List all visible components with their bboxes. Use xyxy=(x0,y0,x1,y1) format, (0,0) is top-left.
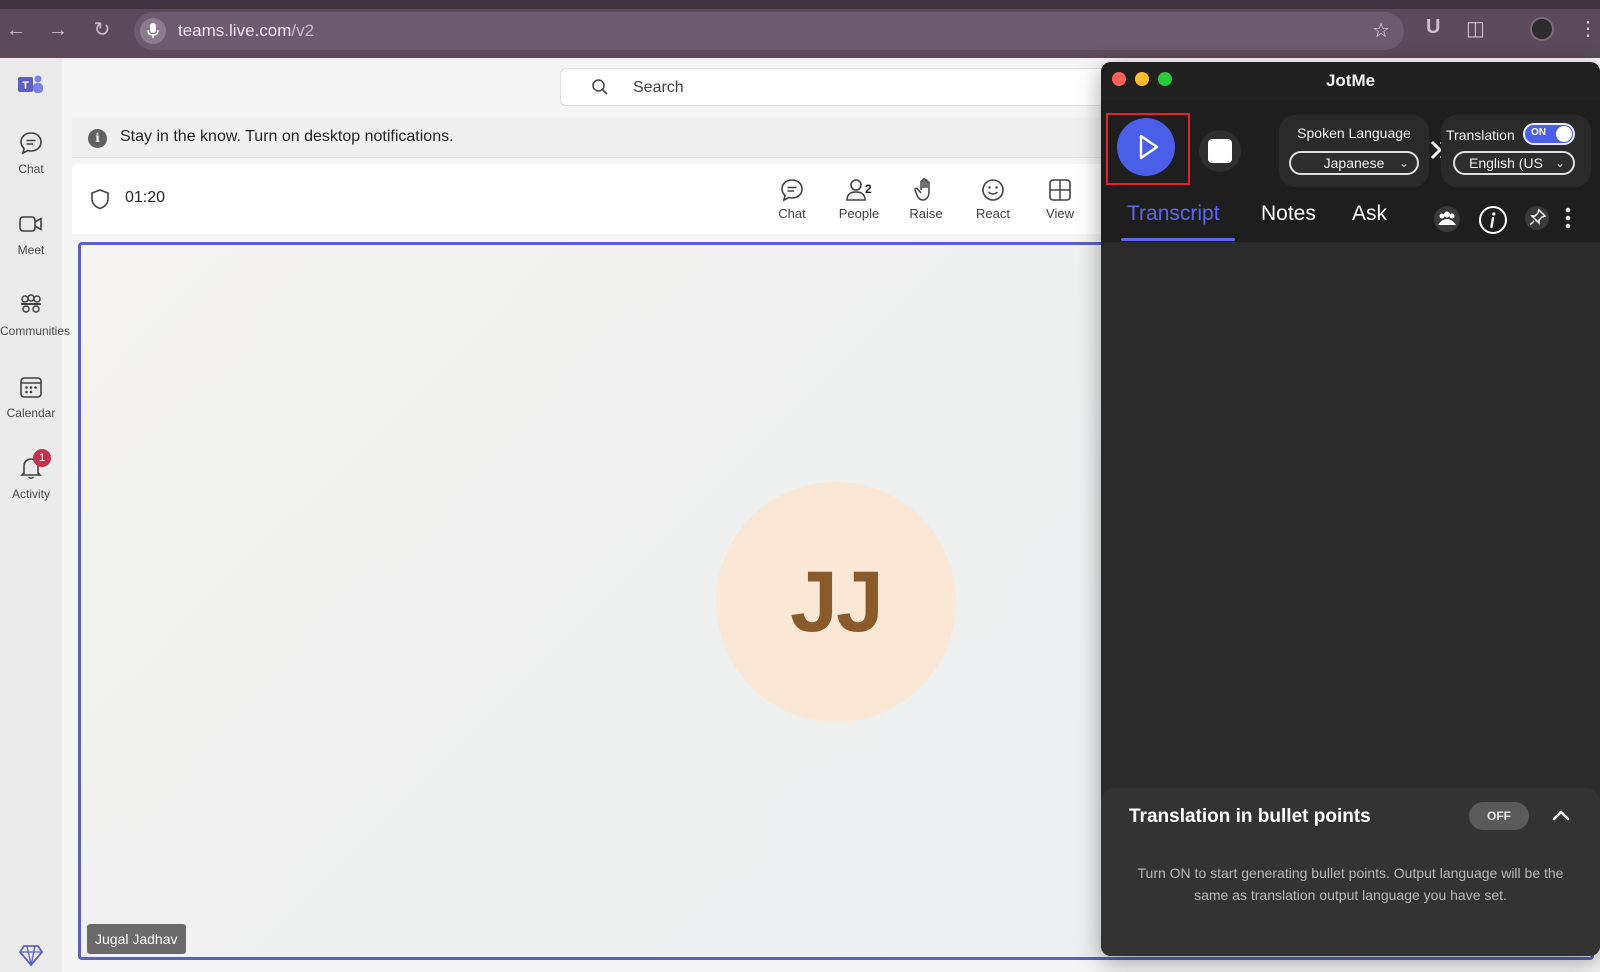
activity-badge: 1 xyxy=(33,449,51,467)
rail-label-communities: Communities xyxy=(0,324,71,338)
toolbar-raise-label: Raise xyxy=(909,206,943,221)
info-icon: i xyxy=(88,129,107,148)
url-path: /v2 xyxy=(291,21,315,40)
stop-icon xyxy=(1208,139,1232,163)
url-text: teams.live.com/v2 xyxy=(178,21,314,41)
rail-label-activity: Activity xyxy=(11,487,50,501)
extension-u-icon[interactable]: U xyxy=(1426,16,1440,39)
play-icon xyxy=(1139,134,1159,160)
meeting-timer: 01:20 xyxy=(125,189,166,206)
jotme-tabs: Transcript Notes Ask xyxy=(1101,196,1600,242)
rail-label-meet: Meet xyxy=(17,243,45,257)
tab-notes[interactable]: Notes xyxy=(1261,202,1316,226)
pin-icon[interactable] xyxy=(1524,205,1550,231)
rail-item-communities[interactable]: Communities xyxy=(0,292,71,338)
translation-language-value: English (US xyxy=(1469,155,1543,171)
translation-language-select[interactable]: English (US ⌄ xyxy=(1453,151,1575,175)
communities-icon xyxy=(21,294,41,313)
back-icon[interactable]: ← xyxy=(4,18,28,42)
reload-icon[interactable]: ↻ xyxy=(90,18,114,42)
address-bar[interactable]: teams.live.com/v2 ☆ xyxy=(134,12,1404,50)
participants-icon[interactable] xyxy=(1433,205,1461,233)
bullet-points-card: Translation in bullet points OFF Turn ON… xyxy=(1101,788,1600,956)
rail-item-meet[interactable]: Meet xyxy=(0,211,62,257)
play-button[interactable] xyxy=(1117,118,1175,176)
smiley-icon xyxy=(982,179,1004,201)
bookmark-star-icon[interactable]: ☆ xyxy=(1372,18,1390,43)
profile-avatar[interactable] xyxy=(1530,17,1554,41)
hand-icon xyxy=(914,178,930,201)
spoken-language-select[interactable]: Japanese ⌄ xyxy=(1289,151,1419,175)
tab-strip xyxy=(0,0,1600,9)
grid-icon xyxy=(1049,179,1071,201)
toolbar-react-label: React xyxy=(976,206,1010,221)
translation-toggle-text: ON xyxy=(1531,127,1546,138)
jotme-panel: JotMe Spoken Language Japanese ⌄ Transla… xyxy=(1101,62,1600,956)
browser-menu-icon[interactable]: ⋮ xyxy=(1578,16,1598,41)
premium-diamond-icon[interactable] xyxy=(19,944,43,966)
participant-name-tag: Jugal Jadhav xyxy=(87,924,186,954)
calendar-icon xyxy=(20,377,42,398)
search-placeholder: Search xyxy=(633,79,684,96)
bullet-points-toggle[interactable]: OFF xyxy=(1469,802,1529,830)
toolbar-chat-button[interactable]: Chat xyxy=(762,176,822,221)
rail-item-calendar[interactable]: Calendar xyxy=(0,374,62,420)
tab-transcript[interactable]: Transcript xyxy=(1127,202,1220,226)
microphone-icon[interactable] xyxy=(140,18,166,44)
jotme-title: JotMe xyxy=(1325,71,1376,90)
tab-ask[interactable]: Ask xyxy=(1352,202,1387,226)
translation-label: Translation xyxy=(1446,127,1515,143)
participant-avatar: JJ xyxy=(716,482,956,722)
toggle-knob xyxy=(1556,126,1572,142)
search-icon xyxy=(592,79,608,95)
forward-icon[interactable]: → xyxy=(46,18,70,42)
toolbar-react-button[interactable]: React xyxy=(963,176,1023,221)
url-host: teams.live.com xyxy=(178,21,292,40)
chevron-down-icon: ⌄ xyxy=(1398,156,1409,170)
info-icon[interactable] xyxy=(1478,205,1508,235)
spoken-language-panel: Spoken Language Japanese ⌄ xyxy=(1279,115,1429,187)
people-count: 2 xyxy=(865,182,872,196)
browser-toolbar: ← → ↻ teams.live.com/v2 ☆ U ◫ ⋮ xyxy=(0,0,1600,58)
stop-button[interactable] xyxy=(1199,130,1241,172)
bullet-points-title: Translation in bullet points xyxy=(1129,806,1371,827)
transcript-area xyxy=(1101,242,1600,782)
translation-toggle[interactable]: ON xyxy=(1523,123,1575,145)
more-options-icon[interactable] xyxy=(1563,205,1573,231)
chevron-up-icon[interactable] xyxy=(1547,802,1575,830)
app-rail xyxy=(0,58,62,972)
active-tab-indicator xyxy=(1121,238,1235,241)
toolbar-chat-label: Chat xyxy=(778,206,806,221)
rail-item-chat[interactable]: Chat xyxy=(0,130,62,176)
video-icon xyxy=(19,216,42,232)
chat-icon xyxy=(20,132,42,155)
notification-text[interactable]: Stay in the know. Turn on desktop notifi… xyxy=(120,128,454,146)
toolbar-people-button[interactable]: 2 People xyxy=(829,176,889,221)
chat-icon xyxy=(781,179,803,202)
search-input[interactable]: Search xyxy=(560,68,1120,106)
spoken-language-label: Spoken Language xyxy=(1297,125,1411,141)
rail-label-calendar: Calendar xyxy=(6,406,56,420)
rail-label-chat: Chat xyxy=(18,162,44,176)
extensions-puzzle-icon[interactable]: ◫ xyxy=(1466,16,1485,41)
toolbar-view-label: View xyxy=(1046,206,1074,221)
shield-icon xyxy=(91,189,109,210)
rail-item-activity[interactable]: 1 Activity xyxy=(0,449,62,501)
jotme-controls: Spoken Language Japanese ⌄ Translation O… xyxy=(1101,100,1600,196)
translation-panel: Translation ON English (US ⌄ xyxy=(1441,115,1591,187)
bullet-points-description: Turn ON to start generating bullet point… xyxy=(1137,865,1564,903)
svg-text:T: T xyxy=(22,80,29,92)
spoken-language-value: Japanese xyxy=(1323,155,1385,171)
jotme-title-bar: JotMe xyxy=(1101,62,1600,100)
chevron-down-icon: ⌄ xyxy=(1554,156,1565,170)
toolbar-view-button[interactable]: View xyxy=(1030,176,1090,221)
toolbar-raise-button[interactable]: Raise xyxy=(896,176,956,221)
toolbar-people-label: People xyxy=(838,206,880,221)
teams-logo-icon: T xyxy=(18,75,43,93)
